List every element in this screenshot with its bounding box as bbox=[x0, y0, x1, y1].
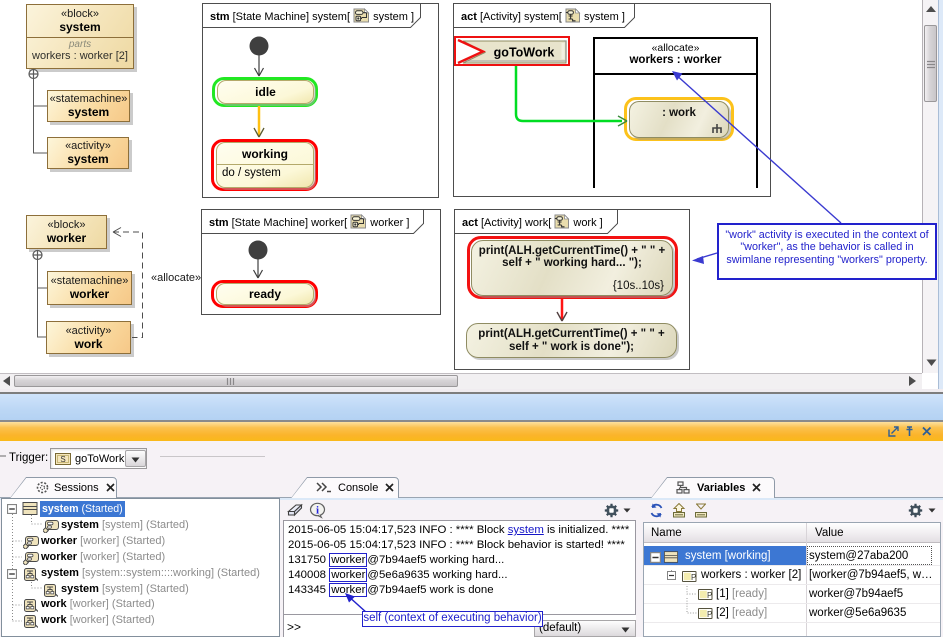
svg-text:P: P bbox=[691, 573, 696, 582]
svg-text:i: i bbox=[316, 505, 319, 517]
svg-text:P: P bbox=[707, 610, 712, 619]
svg-text:S: S bbox=[60, 455, 65, 464]
